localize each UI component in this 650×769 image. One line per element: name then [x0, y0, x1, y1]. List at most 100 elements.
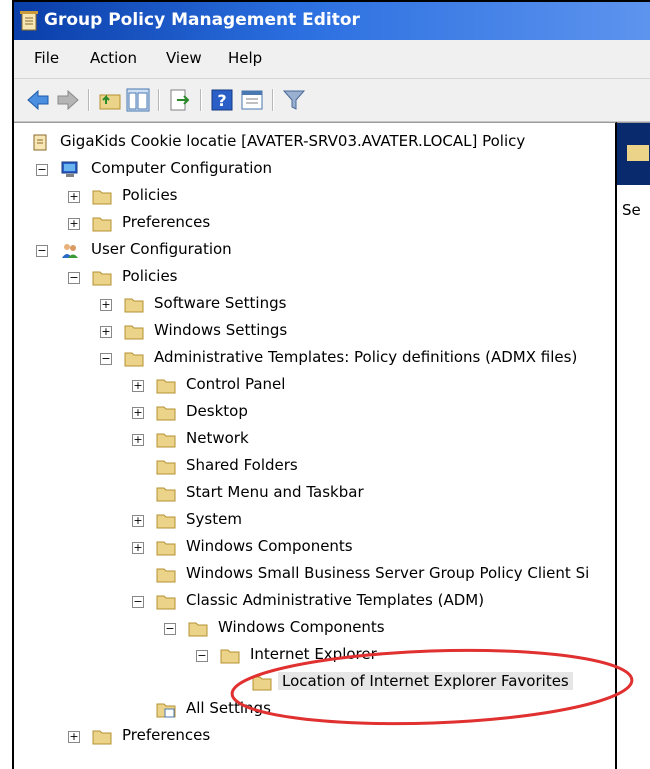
tree-label: Windows Small Business Server Group Poli… [186, 564, 590, 582]
tree-label: Internet Explorer [250, 645, 377, 663]
tree-label-selected: Location of Internet Explorer Favorites [278, 672, 573, 690]
folder-icon [124, 352, 144, 367]
expand-icon[interactable]: + [132, 542, 144, 554]
tree-item-ie-favorites-location[interactable]: Location of Internet Explorer Favorites [14, 671, 614, 697]
expand-icon[interactable]: + [100, 299, 112, 311]
expand-icon[interactable]: + [132, 515, 144, 527]
tree-label: Software Settings [154, 294, 287, 312]
expand-icon[interactable]: + [132, 380, 144, 392]
folder-icon [156, 460, 176, 475]
help-icon[interactable]: ? [210, 88, 234, 112]
folder-icon [124, 325, 144, 340]
tree-label: Network [186, 429, 249, 447]
tree-item-network[interactable]: + Network [14, 428, 614, 454]
tree-label: Administrative Templates: Policy definit… [154, 348, 578, 366]
tree-item-all-settings[interactable]: All Settings [14, 698, 614, 724]
expand-icon[interactable]: + [132, 407, 144, 419]
folder-icon [156, 568, 176, 583]
tree-label: Windows Components [218, 618, 385, 636]
folder-icon [156, 433, 176, 448]
svg-text:?: ? [217, 91, 226, 110]
folder-icon [92, 190, 112, 205]
tree-item-cc-policies[interactable]: + Policies [14, 185, 614, 211]
folder-icon [188, 622, 208, 637]
collapse-icon[interactable]: − [164, 623, 176, 635]
collapse-icon[interactable]: − [196, 650, 208, 662]
tree-label: Policies [122, 186, 178, 204]
folder-icon [627, 145, 649, 161]
tree-item-classic-windows-components[interactable]: − Windows Components [14, 617, 614, 643]
title-bar[interactable]: Group Policy Management Editor [14, 2, 650, 40]
properties-icon[interactable] [240, 88, 264, 112]
tree-item-root[interactable]: GigaKids Cookie locatie [AVATER-SRV03.AV… [14, 131, 614, 157]
up-folder-icon[interactable] [98, 88, 122, 112]
tree-label: Start Menu and Taskbar [186, 483, 364, 501]
all-settings-icon [156, 703, 176, 718]
folder-icon [220, 649, 240, 664]
folder-icon [156, 379, 176, 394]
tree-item-shared-folders[interactable]: Shared Folders [14, 455, 614, 481]
tree-item-administrative-templates[interactable]: − Administrative Templates: Policy defin… [14, 347, 614, 373]
tree-label: Classic Administrative Templates (ADM) [186, 591, 485, 609]
show-hide-tree-icon[interactable] [126, 88, 150, 112]
tree-item-windows-components[interactable]: + Windows Components [14, 536, 614, 562]
tree-item-classic-admin-templates[interactable]: − Classic Administrative Templates (ADM) [14, 590, 614, 616]
folder-icon [156, 406, 176, 421]
tree-item-desktop[interactable]: + Desktop [14, 401, 614, 427]
expand-icon[interactable]: + [68, 731, 80, 743]
tree-label: Windows Settings [154, 321, 288, 339]
expand-icon[interactable]: + [68, 191, 80, 203]
collapse-icon[interactable]: − [36, 245, 48, 257]
tree-item-uc-preferences[interactable]: + Preferences [14, 725, 614, 751]
tree-label: GigaKids Cookie locatie [AVATER-SRV03.AV… [60, 132, 526, 150]
folder-icon [156, 487, 176, 502]
expand-icon[interactable]: + [132, 434, 144, 446]
details-text: Se [622, 201, 641, 219]
filter-icon[interactable] [282, 88, 306, 112]
group-policy-editor-window: Group Policy Management Editor File Acti… [12, 0, 650, 769]
folder-icon [156, 541, 176, 556]
tree-item-uc-policies[interactable]: − Policies [14, 266, 614, 292]
tree-label: Policies [122, 267, 178, 285]
policy-document-icon [20, 11, 38, 31]
computer-icon [61, 161, 78, 177]
collapse-icon[interactable]: − [132, 596, 144, 608]
expand-icon[interactable]: + [100, 326, 112, 338]
collapse-icon[interactable]: − [100, 353, 112, 365]
tree-item-software-settings[interactable]: + Software Settings [14, 293, 614, 319]
tree-item-internet-explorer[interactable]: − Internet Explorer [14, 644, 614, 670]
tree-item-cc-preferences[interactable]: + Preferences [14, 212, 614, 238]
menu-help[interactable]: Help [228, 49, 262, 67]
details-pane: Se [617, 122, 650, 769]
tree-item-control-panel[interactable]: + Control Panel [14, 374, 614, 400]
menu-view[interactable]: View [166, 49, 202, 67]
export-list-icon[interactable] [168, 88, 192, 112]
menu-bar: File Action View Help [14, 40, 650, 78]
tree-item-computer-configuration[interactable]: − Computer Configuration [14, 158, 614, 184]
tree-item-system[interactable]: + System [14, 509, 614, 535]
collapse-icon[interactable]: − [68, 272, 80, 284]
folder-icon [92, 271, 112, 286]
forward-arrow-icon[interactable] [56, 88, 80, 112]
details-header [617, 123, 650, 185]
folder-icon [124, 298, 144, 313]
window-title: Group Policy Management Editor [44, 10, 360, 30]
tree-item-user-configuration[interactable]: − User Configuration [14, 239, 614, 265]
tree-label: User Configuration [91, 240, 232, 258]
menu-file[interactable]: File [34, 49, 59, 67]
users-icon [62, 244, 78, 258]
menu-action[interactable]: Action [90, 49, 137, 67]
collapse-icon[interactable]: − [36, 164, 48, 176]
folder-icon [92, 730, 112, 745]
tree-label: Desktop [186, 402, 248, 420]
tree-label: Computer Configuration [91, 159, 273, 177]
tree-item-windows-settings[interactable]: + Windows Settings [14, 320, 614, 346]
tree-item-start-menu-taskbar[interactable]: Start Menu and Taskbar [14, 482, 614, 508]
tree-item-sbs-group-policy-client[interactable]: Windows Small Business Server Group Poli… [14, 563, 614, 589]
back-arrow-icon[interactable] [26, 88, 50, 112]
folder-icon [92, 217, 112, 232]
tree-label: Shared Folders [186, 456, 298, 474]
expand-icon[interactable]: + [68, 218, 80, 230]
policy-document-icon [33, 134, 47, 151]
folder-icon [156, 514, 176, 529]
